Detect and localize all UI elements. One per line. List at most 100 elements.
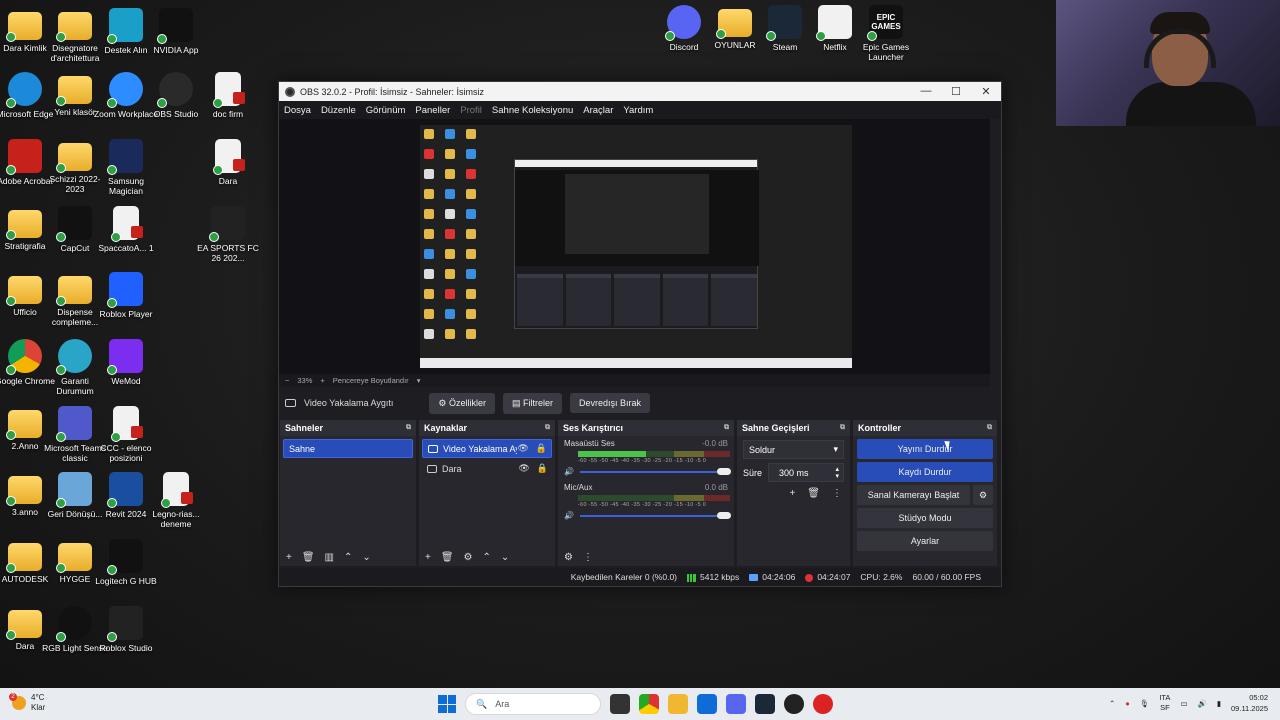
add-scene-button[interactable]: + [286,552,292,563]
fit-window-dropdown[interactable]: Pencereye Boyutlandır [333,376,409,385]
menu-gorunum[interactable]: Görünüm [366,105,406,116]
task-view-icon[interactable] [610,694,630,714]
menu-sahne-koleksiyonu[interactable]: Sahne Koleksiyonu [492,105,573,116]
store-icon[interactable] [697,694,717,714]
obs-titlebar[interactable]: OBS 32.0.2 - Profil: İsimsiz - Sahneler:… [279,82,1001,101]
speaker-icon[interactable]: 🔊 [564,467,574,476]
battery-icon[interactable]: ▮ [1217,699,1221,708]
discord-taskbar-icon[interactable] [726,694,746,714]
desktop-icon[interactable]: Roblox Studio [93,606,159,653]
scene-item[interactable]: Sahne [283,439,413,458]
remove-scene-button[interactable]: 🗑 [302,552,315,563]
obs-taskbar-icon[interactable] [784,694,804,714]
duration-input[interactable]: 300 ms ▴ ▾ [768,463,844,482]
folder-icon [6,476,42,506]
popout-icon[interactable]: ⧉ [406,424,411,432]
transition-menu-icon[interactable]: ⋮ [832,488,842,499]
move-up-button[interactable]: ⌃ [344,552,352,563]
maximize-button[interactable]: ☐ [941,85,971,98]
scene-filters-button[interactable]: ▥ [325,552,334,563]
mixer-settings-icon[interactable]: ⚙ [564,552,573,563]
add-transition-button[interactable]: + [789,488,795,499]
speaker-icon[interactable]: 🔊 [1198,699,1207,708]
weather-widget[interactable]: 2 4°C Klar [9,693,45,713]
popout-icon[interactable]: ⧉ [987,424,992,432]
stop-record-button[interactable]: Kaydı Durdur [857,462,993,482]
close-button[interactable]: ✕ [971,85,1001,98]
remove-source-button[interactable]: 🗑 [441,552,454,563]
popout-icon[interactable]: ⧉ [724,424,729,432]
properties-button[interactable]: ⚙ Özellikler [429,392,495,414]
lock-icon[interactable]: 🔒 [536,443,547,454]
studio-mode-button[interactable]: Stüdyo Modu [857,508,993,528]
chrome-taskbar-icon[interactable] [639,694,659,714]
monitor-icon[interactable]: ▭ [1180,699,1187,708]
zoom-icon [107,72,143,108]
start-virtual-camera-button[interactable]: Sanal Kamerayı Başlat [857,485,970,505]
menu-paneller[interactable]: Paneller [415,105,450,116]
preview-canvas[interactable] [279,119,990,374]
folder-icon [6,12,42,42]
desktop-icon[interactable]: NVIDIA App [143,8,209,55]
eye-icon[interactable]: 👁 [517,443,528,454]
settings-button[interactable]: Ayarlar [857,531,993,551]
desktop-icon[interactable]: Samsung Magician [93,139,159,196]
mixer-menu-icon[interactable]: ⋮ [583,552,593,563]
microphone-icon[interactable]: 🎙 [1140,699,1150,708]
volume-slider[interactable] [579,511,731,519]
speaker-icon[interactable]: 🔊 [564,511,574,520]
steam-taskbar-icon[interactable] [755,694,775,714]
record-taskbar-icon[interactable] [813,694,833,714]
desktop-icon[interactable]: doc firm [195,72,261,119]
lock-icon[interactable]: 🔒 [537,463,548,474]
clock[interactable]: 05:02 09.11.2025 [1231,692,1268,714]
add-source-button[interactable]: + [425,552,431,563]
duration-label: Süre [743,467,763,478]
menu-duzenle[interactable]: Düzenle [321,105,356,116]
gear-icon[interactable]: ⚙ [973,485,993,505]
minimize-button[interactable]: — [911,85,941,98]
menu-profil[interactable]: Profil [460,105,482,116]
desktop-icon[interactable]: Logitech G HUB [93,539,159,586]
popout-icon[interactable]: ⧉ [840,424,845,432]
source-item[interactable]: Dara 👁 🔒 [422,459,552,478]
eye-icon[interactable]: 👁 [518,463,529,474]
popout-icon[interactable]: ⧉ [545,424,550,432]
menu-yardim[interactable]: Yardım [623,105,653,116]
desktop-icon[interactable]: WeMod [93,339,159,386]
volume-slider[interactable] [579,467,731,475]
desktop-icon[interactable]: Roblox Player [93,272,159,319]
desktop-icon[interactable]: EPIC GAMES Epic Games Launcher [853,5,919,62]
zoom-out-button[interactable]: − [285,376,289,385]
desktop-icon[interactable]: Legno-rias... deneme [143,472,209,529]
source-properties-button[interactable]: ⚙ [464,552,473,563]
zoom-in-button[interactable]: + [320,376,324,385]
camera-icon [428,444,438,453]
move-up-button[interactable]: ⌃ [483,552,491,563]
start-button[interactable] [438,695,456,713]
search-box[interactable]: 🔍 Ara [465,693,601,715]
filters-button[interactable]: ▤ Filtreler [503,392,563,414]
network-status-icon[interactable]: ● [1125,699,1130,708]
desktop-icon[interactable]: EA SPORTS FC 26 202... [195,206,261,263]
deactivate-button[interactable]: Devredışı Bırak [570,393,651,413]
stop-stream-button[interactable]: Yayını Durdur [857,439,993,459]
image-icon [427,464,437,473]
remove-transition-button[interactable]: 🗑 [807,488,820,499]
source-item[interactable]: Video Yakalama Aygıtı 👁 🔒 [422,439,552,458]
chevron-up-icon[interactable]: ⌃ [1109,699,1115,708]
file-explorer-icon[interactable] [668,694,688,714]
move-down-button[interactable]: ⌄ [362,552,370,563]
desktop-icon[interactable]: SpaccatoA... 1 [93,206,159,253]
menu-araclar[interactable]: Araçlar [583,105,613,116]
move-down-button[interactable]: ⌄ [501,552,509,563]
transition-select[interactable]: Soldur ▾ [743,440,844,459]
desktop-icon[interactable]: Dara [195,139,261,186]
language-indicator[interactable]: ITA SF [1159,693,1170,713]
chevron-down-icon[interactable]: ▾ [417,376,421,385]
preview-screen-capture [420,125,852,368]
menubar: Dosya Düzenle Görünüm Paneller Profil Sa… [279,101,1001,119]
desktop-icon[interactable]: CCC - elenco posizioni [93,406,159,463]
menu-dosya[interactable]: Dosya [284,105,311,116]
meter-scale: -60 -55 -50 -45 -40 -35 -30 -25 -20 -15 … [578,502,707,508]
